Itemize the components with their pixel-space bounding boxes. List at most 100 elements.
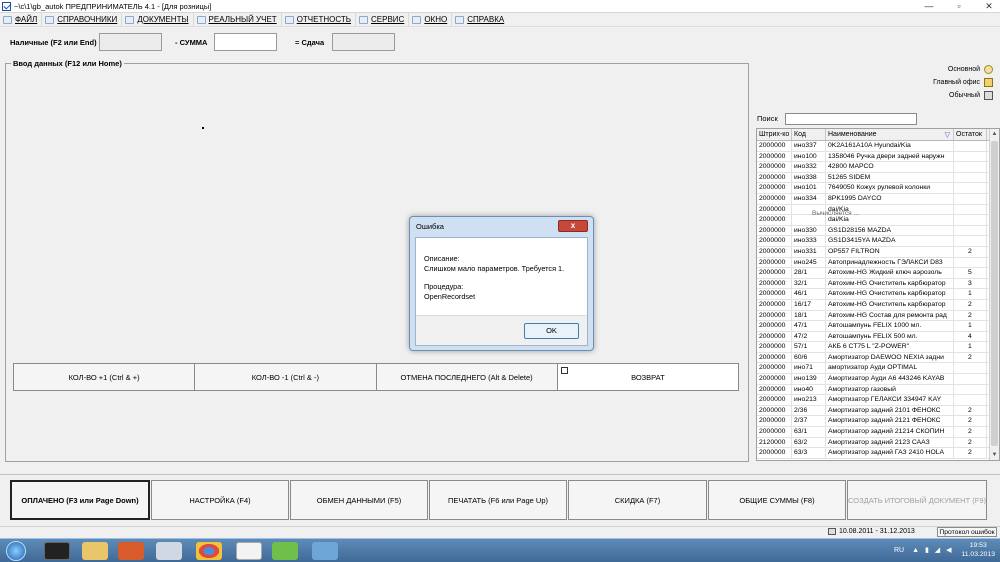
cell-name: Автохим-HG Очиститель карбюратор	[826, 278, 954, 289]
table-row[interactable]: 2000000 16/17 Автохим-HG Очиститель карбюр…	[757, 299, 999, 311]
table-row[interactable]: 2000000 ино337 0K2A161A10A Hyundai/Kia	[757, 141, 999, 152]
col-barcode[interactable]: Штрих-ко	[757, 129, 792, 140]
menu-help[interactable]: СПРАВКА	[451, 12, 508, 27]
settings-button[interactable]: НАСТРОЙКА (F4)	[151, 480, 289, 520]
app-green-icon[interactable]	[272, 542, 298, 560]
return-checkbox[interactable]	[560, 367, 568, 374]
table-row[interactable]: 2000000 ино101 7649050 Кожух рулевой колон…	[757, 183, 999, 194]
scroll-up-icon[interactable]: ▲	[990, 129, 999, 139]
undo-last-button[interactable]: ОТМЕНА ПОСЛЕДНЕГО (Alt & Delete)	[376, 363, 558, 391]
table-row[interactable]: 2120000 63/2 Амортизатор задний 2123 СААЗ 2	[757, 437, 999, 449]
table-row[interactable]: 2000000 ино40 Амортизатор газовый	[757, 384, 999, 396]
return-toggle[interactable]: ВОЗВРАТ	[557, 363, 739, 391]
table-row[interactable]: 2000000 ино338 51265 SIDEM	[757, 172, 999, 184]
table-row[interactable]: 2000000 ино330 GS1D28156 MAZDA	[757, 225, 999, 237]
table-row[interactable]: 2000000 ино245 Автопринадлежность ГЭЛАКСИ …	[757, 257, 999, 269]
cell-stock	[954, 384, 987, 395]
maximize-button[interactable]: ▫	[954, 1, 964, 11]
totals-button[interactable]: ОБЩИЕ СУММЫ (F8)	[708, 480, 846, 520]
table-row[interactable]: 2000000 dai/Kia	[757, 215, 999, 226]
menu-real-accounting[interactable]: РЕАЛЬНЫЙ УЧЕТ	[192, 12, 281, 27]
minimize-button[interactable]: —	[924, 1, 934, 11]
discount-button[interactable]: СКИДКА (F7)	[568, 480, 707, 520]
menu-window[interactable]: ОКНО	[408, 12, 451, 27]
price-type-regular[interactable]: Обычный	[873, 89, 993, 102]
app-icon	[2, 1, 11, 11]
table-row[interactable]: 2000000 ино332 42800 MAPCO	[757, 162, 999, 173]
menu-directories[interactable]: СПРАВОЧНИКИ	[41, 12, 121, 27]
table-row[interactable]: 2000000 28/1 Автохим-HG Жидкий ключ аэрозо…	[757, 268, 999, 279]
window-app-icon[interactable]	[312, 542, 338, 560]
clock[interactable]: 19:53 11.03.2013	[961, 541, 995, 559]
table-row[interactable]: 2000000 47/1 Автошампунь FELIX 1000 мл. 1	[757, 321, 999, 332]
cell-code: 63/2	[792, 437, 826, 448]
cell-barcode: 2000000	[757, 384, 792, 395]
table-row[interactable]: 2000000 ино333 GS1D3415YA MAZDA	[757, 236, 999, 247]
table-row[interactable]: 2000000 2/37 Амортизатор задний 2121 ФЕНОК…	[757, 416, 999, 428]
status-bar: 10.08.2011 - 31.12.2013 Протокол ошибок	[0, 526, 1000, 537]
dialog-close-button[interactable]: x	[558, 220, 588, 232]
cell-code: ино333	[792, 236, 826, 246]
price-type-head-office[interactable]: Главный офис	[873, 76, 993, 89]
col-stock[interactable]: Остаток	[954, 129, 987, 140]
close-button[interactable]: ✕	[984, 1, 994, 11]
table-row[interactable]: 2000000 60/6 Амортизатор DAEWOO NEXIA задн…	[757, 352, 999, 364]
data-entry-panel[interactable]: Ввод данных (F12 или Home)	[5, 59, 749, 462]
table-row[interactable]: 2000000 63/1 Амортизатор задний 21214 СКОП…	[757, 427, 999, 438]
terminal-icon[interactable]	[44, 542, 70, 560]
menu-service[interactable]: СЕРВИС	[355, 12, 408, 27]
table-row[interactable]: 2000000 dai/Kia	[757, 204, 999, 216]
language-indicator[interactable]: RU	[894, 547, 904, 554]
ok-button[interactable]: OK	[524, 323, 579, 339]
chrome-icon[interactable]	[196, 542, 222, 560]
table-row[interactable]: 2000000 63/3 Амортизатор задний ГАЗ 2410 H…	[757, 448, 999, 459]
sum-field[interactable]	[214, 33, 277, 51]
start-button[interactable]	[6, 541, 26, 561]
table-row[interactable]: 2000000 18/1 Автохим-HG Состав для ремонта…	[757, 310, 999, 322]
folder-icon[interactable]	[82, 542, 108, 560]
menu-file[interactable]: ФАЙЛ	[0, 13, 41, 27]
print-button[interactable]: ПЕЧАТАТЬ (F6 или Page Up)	[429, 480, 567, 520]
change-field[interactable]	[332, 33, 395, 51]
qty-minus-button[interactable]: КОЛ-ВО -1 (Ctrl & -)	[195, 363, 377, 391]
price-type-main[interactable]: Основной	[873, 63, 993, 76]
cash-field[interactable]	[99, 33, 162, 51]
table-row[interactable]: 2000000 ино334 8PK1995 DAYCO	[757, 193, 999, 205]
table-row[interactable]: 2000000 ино100 1358046 Ручка двери задней …	[757, 151, 999, 163]
cell-code: 28/1	[792, 268, 826, 278]
error-log-button[interactable]: Протокол ошибок	[937, 527, 997, 537]
period-indicator[interactable]: 10.08.2011 - 31.12.2013	[828, 528, 915, 535]
cell-name: GS1D3415YA MAZDA	[826, 236, 954, 246]
table-row[interactable]: 2000000 57/1 АКБ 6 СТ75 L "Z-POWER" 1	[757, 342, 999, 353]
data-exchange-button[interactable]: ОБМЕН ДАННЫМИ (F5)	[290, 480, 428, 520]
table-row[interactable]: 2000000 ино331 OP557 FILTRON 2	[757, 246, 999, 258]
table-row[interactable]: 2000000 47/2 Автошампунь FELIX 500 мл. 4	[757, 331, 999, 343]
col-name[interactable]: Наименование ▽	[826, 129, 954, 140]
search-input[interactable]	[785, 113, 917, 125]
table-row[interactable]: 2000000 2/36 Амортизатор задний 2101 ФЕНОК…	[757, 405, 999, 417]
media-player-icon[interactable]	[118, 542, 144, 560]
menu-reports[interactable]: ОТЧЕТНОСТЬ	[280, 12, 355, 27]
col-code[interactable]: Код	[792, 129, 826, 140]
cell-stock: 2	[954, 416, 987, 427]
cell-name: Амортизатор Ауди А6 443246 KAYAB	[826, 374, 954, 384]
qty-plus-button[interactable]: КОЛ-ВО +1 (Ctrl & +)	[13, 363, 196, 391]
table-row[interactable]: 2000000 ино139 Амортизатор Ауди А6 443246 …	[757, 374, 999, 385]
cell-name: 42800 MAPCO	[826, 162, 954, 172]
cell-barcode: 2000000	[757, 342, 792, 352]
table-row[interactable]: 2000000 32/1 Автохим-HG Очиститель карбюра…	[757, 278, 999, 290]
cell-name: Автохим-HG Очиститель карбюратор	[826, 289, 954, 299]
table-row[interactable]: 2000000 46/1 Автохим-HG Очиститель карбюра…	[757, 289, 999, 300]
menu-documents[interactable]: ДОКУМЕНТЫ	[121, 12, 192, 27]
scroll-thumb[interactable]	[991, 141, 998, 446]
clock-date: 11.03.2013	[961, 551, 995, 558]
cell-name: 0K2A161A10A Hyundai/Kia	[826, 141, 954, 151]
paid-button[interactable]: ОПЛАЧЕНО (F3 или Page Down)	[10, 480, 150, 520]
scroll-down-icon[interactable]: ▼	[990, 450, 999, 460]
table-row[interactable]: 2000000 ино71 амортизатор Ауди OPTIMAL	[757, 363, 999, 375]
tray-icons[interactable]: ▲ ▮ ◢ ◀	[912, 546, 953, 554]
table-scrollbar[interactable]: ▲ ▼	[989, 129, 999, 460]
calculator-icon[interactable]	[156, 542, 182, 560]
checklist-icon[interactable]	[236, 542, 262, 560]
table-row[interactable]: 2000000 ино213 Амортизатор ГЕЛАКСИ 334947 …	[757, 395, 999, 406]
